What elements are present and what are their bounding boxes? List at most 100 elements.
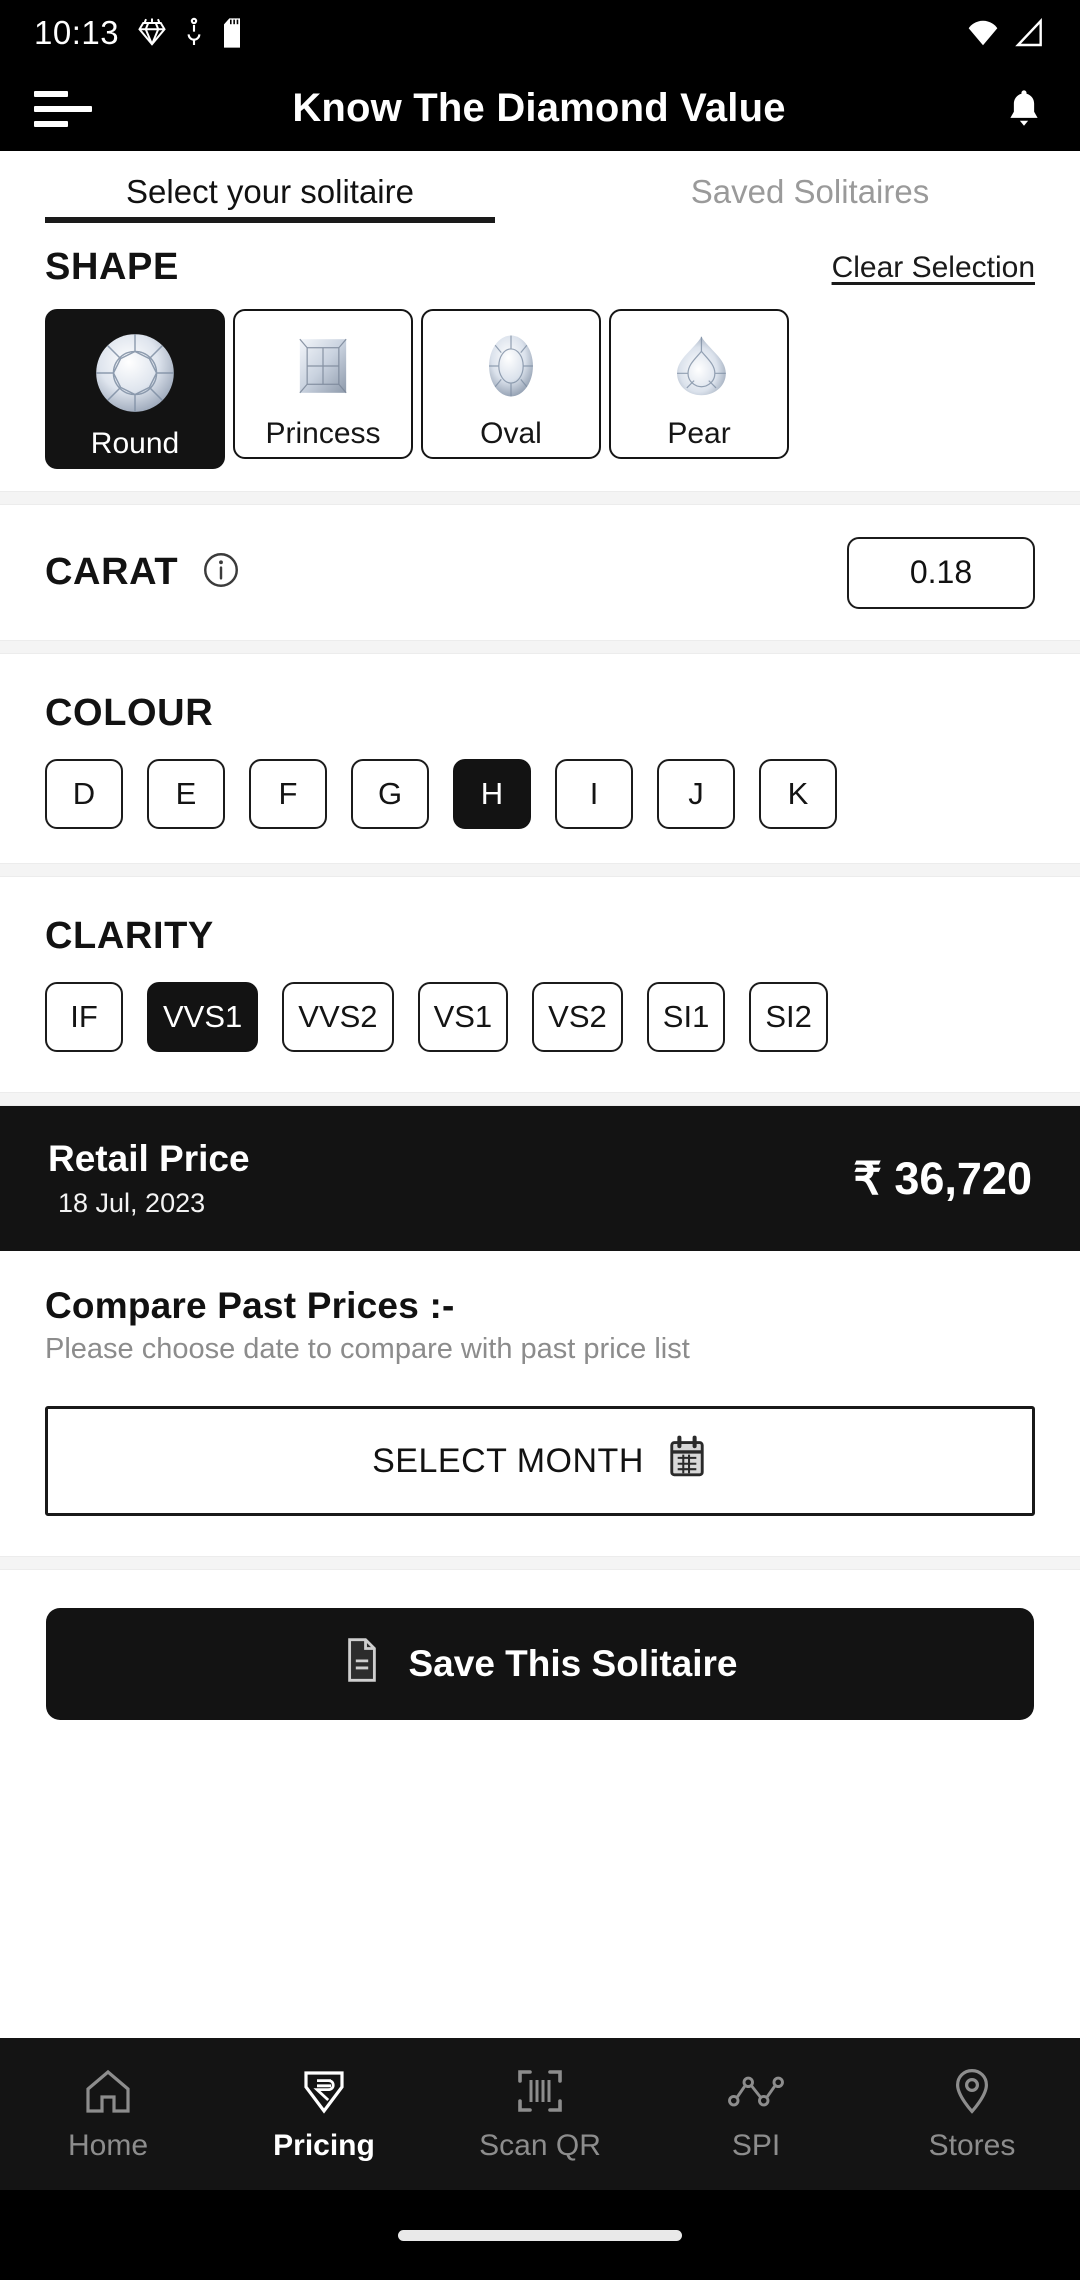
home-indicator[interactable]: [398, 2229, 682, 2241]
clarity-option-vvs2[interactable]: VVS2: [282, 982, 394, 1052]
select-month-label: SELECT MONTH: [372, 1441, 644, 1480]
shape-header: SHAPE Clear Selection: [45, 246, 1035, 289]
shape-option-label: Princess: [265, 417, 381, 450]
nav-item-pricing[interactable]: Pricing: [216, 2065, 432, 2163]
shape-option-oval[interactable]: Oval: [421, 309, 601, 459]
save-this-solitaire-button[interactable]: Save This Solitaire: [46, 1608, 1034, 1720]
colour-section: COLOUR D E F G H I J K: [0, 654, 1080, 863]
retail-price-label: Retail Price: [48, 1137, 250, 1179]
compare-section: Compare Past Prices :- Please choose dat…: [0, 1251, 1080, 1556]
compare-subtitle: Please choose date to compare with past …: [45, 1333, 690, 1365]
hamburger-menu-icon[interactable]: [34, 90, 96, 127]
bell-icon[interactable]: [1002, 87, 1046, 131]
diamond-rupee-icon: [304, 2071, 344, 2114]
colour-title: COLOUR: [45, 692, 214, 734]
diamond-icon: [138, 18, 166, 46]
select-month-button[interactable]: SELECT MONTH: [45, 1406, 1035, 1516]
nav-item-label: SPI: [731, 2129, 781, 2162]
document-icon: [342, 1637, 382, 1692]
shape-option-princess[interactable]: Princess: [233, 309, 413, 459]
section-separator: [0, 640, 1080, 654]
shape-options: Round Princess Oval Pear: [45, 309, 1035, 469]
carat-row: CARAT 0.18: [45, 505, 1035, 640]
page-title: Know The Diamond Value: [292, 86, 786, 130]
nav-item-scan-qr[interactable]: Scan QR: [432, 2065, 648, 2163]
shape-title: SHAPE: [45, 246, 179, 288]
carat-section: CARAT 0.18: [0, 505, 1080, 640]
nav-item-stores[interactable]: Stores: [864, 2065, 1080, 2163]
tab-bar: Select your solitaire Saved Solitaires: [0, 151, 1080, 228]
colour-option-i[interactable]: I: [555, 759, 633, 829]
retail-price-banner: Retail Price 18 Jul, 2023 ₹ 36,720: [0, 1106, 1080, 1251]
signal-icon: [1015, 18, 1042, 47]
shape-option-label: Pear: [667, 417, 731, 450]
shape-option-pear[interactable]: Pear: [609, 309, 789, 459]
nav-item-label: Stores: [928, 2129, 1016, 2162]
retail-price-info: Retail Price 18 Jul, 2023: [48, 1138, 250, 1220]
princess-diamond-icon: [284, 327, 362, 410]
colour-option-e[interactable]: E: [147, 759, 225, 829]
round-diamond-icon: [89, 327, 181, 424]
status-bar-right-icons: [966, 18, 1046, 48]
retail-price-value: ₹ 36,720: [853, 1153, 1032, 1204]
clarity-title: CLARITY: [45, 915, 214, 957]
status-bar-time: 10:13: [34, 14, 120, 51]
tab-select-your-solitaire[interactable]: Select your solitaire: [0, 151, 540, 223]
nav-item-spi[interactable]: SPI: [648, 2065, 864, 2163]
section-separator: [0, 1092, 1080, 1106]
colour-option-f[interactable]: F: [249, 759, 327, 829]
wifi-icon: [968, 20, 998, 46]
clarity-options: IF VVS1 VVS2 VS1 VS2 SI1 SI2: [45, 982, 1035, 1052]
clarity-option-vs2[interactable]: VS2: [532, 982, 623, 1052]
home-icon: [86, 2069, 130, 2113]
colour-options: D E F G H I J K: [45, 759, 1035, 829]
carat-title: CARAT: [45, 551, 179, 593]
section-separator: [0, 1556, 1080, 1570]
colour-option-g[interactable]: G: [351, 759, 429, 829]
carat-input[interactable]: 0.18: [847, 536, 1035, 609]
clear-selection-link[interactable]: Clear Selection: [832, 251, 1035, 285]
clarity-option-si1[interactable]: SI1: [646, 982, 726, 1052]
colour-option-h[interactable]: H: [453, 759, 531, 829]
gesture-navigation-area: [0, 2190, 1080, 2280]
section-separator: [0, 491, 1080, 505]
section-separator: [0, 863, 1080, 877]
shape-option-label: Oval: [480, 417, 542, 450]
info-icon[interactable]: [200, 549, 242, 596]
tab-label: Saved Solitaires: [690, 173, 930, 210]
nav-item-label: Pricing: [273, 2129, 375, 2162]
colour-option-k[interactable]: K: [759, 759, 837, 829]
save-button-label: Save This Solitaire: [408, 1643, 738, 1684]
colour-option-d[interactable]: D: [45, 759, 123, 829]
nav-item-label: Scan QR: [479, 2129, 601, 2162]
app-bar: Know The Diamond Value: [0, 66, 1080, 151]
clarity-option-if[interactable]: IF: [45, 982, 123, 1052]
tab-label: Select your solitaire: [126, 173, 414, 210]
clarity-option-si2[interactable]: SI2: [749, 982, 828, 1052]
retail-price-date: 18 Jul, 2023: [58, 1188, 206, 1219]
clarity-option-vvs1[interactable]: VVS1: [147, 982, 259, 1052]
shape-option-label: Round: [90, 427, 180, 460]
status-bar: 10:13: [0, 0, 1080, 66]
location-icon: [187, 17, 201, 45]
clarity-section: CLARITY IF VVS1 VVS2 VS1 VS2 SI1 SI2: [0, 877, 1080, 1086]
shape-section: SHAPE Clear Selection Round Princess Ova…: [0, 228, 1080, 491]
calendar-icon: [666, 1435, 708, 1488]
bottom-navigation: Home Pricing Scan QR SPI Stores: [0, 2038, 1080, 2190]
sd-card-icon: [224, 18, 241, 48]
app-root: 10:13 Know The Diamond Value Select your…: [0, 0, 1080, 2280]
location-pin-icon: [955, 2068, 989, 2114]
tab-saved-solitaires[interactable]: Saved Solitaires: [540, 151, 1080, 211]
oval-diamond-icon: [472, 327, 550, 410]
status-bar-left-icons: [137, 17, 243, 49]
shape-option-round[interactable]: Round: [45, 309, 225, 469]
line-chart-icon: [728, 2076, 784, 2107]
compare-title: Compare Past Prices :-: [45, 1285, 455, 1326]
nav-item-label: Home: [67, 2129, 149, 2162]
pear-diamond-icon: [658, 327, 740, 410]
qr-scan-icon: [518, 2070, 562, 2112]
save-section: Save This Solitaire: [0, 1570, 1080, 1756]
clarity-option-vs1[interactable]: VS1: [417, 982, 509, 1052]
nav-item-home[interactable]: Home: [0, 2065, 216, 2163]
colour-option-j[interactable]: J: [657, 759, 735, 829]
